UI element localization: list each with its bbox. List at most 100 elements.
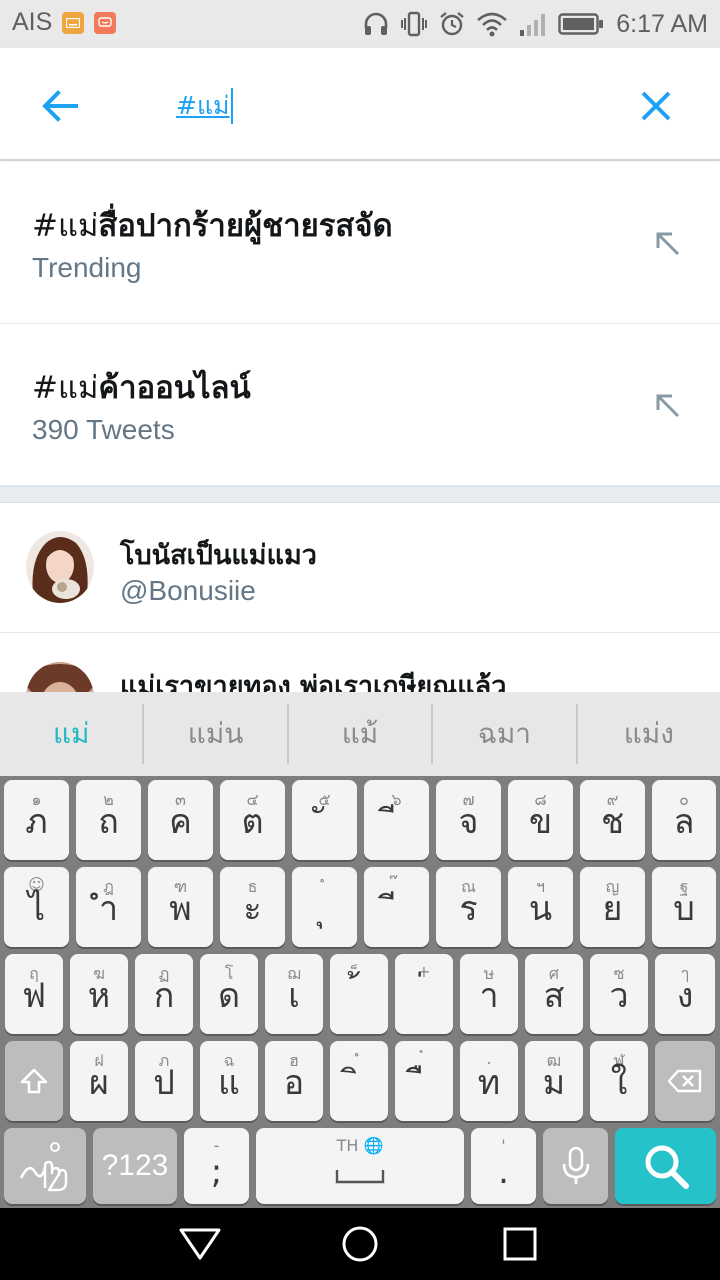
key-label: ด: [217, 976, 241, 1016]
handwriting-key[interactable]: [4, 1128, 86, 1204]
carrier-label: AIS: [12, 8, 53, 36]
alarm-icon: [438, 10, 466, 38]
candidate-word[interactable]: ฉมา: [433, 704, 578, 764]
key[interactable]: ๙ช: [580, 780, 645, 860]
key[interactable]: ๔ต: [220, 780, 285, 860]
key-label: ั: [292, 794, 357, 848]
suggestion-subtitle: 390 Tweets: [32, 414, 175, 445]
key[interactable]: ฮอ: [265, 1041, 323, 1121]
key-label: ถ: [98, 802, 119, 842]
suggestion-rest: สื่อปากร้ายผู้ชายรสจัด: [98, 208, 393, 244]
key[interactable]: ๋ื: [395, 1041, 453, 1121]
candidate-word[interactable]: แม่น: [144, 704, 289, 764]
search-suggestion[interactable]: #แม่ค้าออนไลน์ 390 Tweets: [0, 324, 720, 486]
suggestion-rest: ค้าออนไลน์: [98, 370, 251, 406]
key[interactable]: +่: [395, 954, 453, 1034]
suggestion-title: #แม่สื่อปากร้ายผู้ชายรสจัด: [32, 200, 393, 250]
nav-back-button[interactable]: [170, 1222, 230, 1266]
key[interactable]: ๒ถ: [76, 780, 141, 860]
user-display-name: โบนัสเป็นแม่แมว: [120, 540, 317, 571]
arrow-left-icon: [42, 90, 78, 122]
key[interactable]: ญย: [580, 867, 645, 947]
key-label: น: [528, 889, 553, 929]
key-label: .: [498, 1152, 509, 1192]
key-label: ท: [477, 1063, 501, 1103]
clock: 6:17 AM: [616, 9, 708, 38]
key[interactable]: ษา: [460, 954, 518, 1034]
key-label: ง: [676, 976, 694, 1016]
key[interactable]: ฒม: [525, 1041, 583, 1121]
key-label: ;: [210, 1152, 223, 1192]
key-label: ข: [528, 802, 553, 842]
key[interactable]: ฏก: [135, 954, 193, 1034]
key[interactable]: ฉแ: [200, 1041, 258, 1121]
search-input[interactable]: #แม่: [176, 84, 596, 128]
space-key[interactable]: TH 🌐: [256, 1128, 464, 1204]
clear-search-button[interactable]: [626, 78, 686, 134]
nav-home-button[interactable]: [330, 1222, 390, 1266]
key[interactable]: ฌเ: [265, 954, 323, 1034]
back-button[interactable]: [30, 78, 90, 134]
key[interactable]: ๓ค: [148, 780, 213, 860]
key[interactable]: ณร: [436, 867, 501, 947]
key[interactable]: ☺ ไ: [4, 867, 69, 947]
key[interactable]: ฑพ: [148, 867, 213, 947]
candidate-word[interactable]: แม่ง: [578, 704, 720, 764]
key[interactable]: ฝผ: [70, 1041, 128, 1121]
key[interactable]: ๗จ: [436, 780, 501, 860]
key[interactable]: ภป: [135, 1041, 193, 1121]
fill-query-arrow-icon[interactable]: [650, 388, 686, 424]
key[interactable]: ๕ั: [292, 780, 357, 860]
key[interactable]: ๅง: [655, 954, 715, 1034]
user-result-row[interactable]: โบนัสเป็นแม่แมว @Bonusiie: [0, 503, 720, 633]
candidate-bar: แม่ แม่น แม้ ฉมา แม่ง: [0, 692, 720, 776]
key[interactable]: ๘ข: [508, 780, 573, 860]
period-key[interactable]: '.: [471, 1128, 536, 1204]
avatar: [26, 531, 94, 603]
key-label: ่: [395, 968, 453, 1022]
key-label: ำ: [98, 889, 119, 929]
fill-query-arrow-icon[interactable]: [650, 226, 686, 262]
search-key[interactable]: [615, 1128, 716, 1204]
key-label: พ: [169, 889, 192, 929]
key[interactable]: ํุ: [292, 867, 357, 947]
candidate-word[interactable]: แม้: [289, 704, 434, 764]
symbols-key[interactable]: ?123: [93, 1128, 177, 1204]
key[interactable]: ฆห: [70, 954, 128, 1034]
shift-key[interactable]: [5, 1041, 63, 1121]
key-label: ฟ: [21, 976, 47, 1016]
backspace-key[interactable]: [655, 1041, 715, 1121]
key[interactable]: ฯน: [508, 867, 573, 947]
key[interactable]: ๊ี: [364, 867, 429, 947]
key[interactable]: ศส: [525, 954, 583, 1034]
key-label: ไ: [27, 889, 46, 929]
key[interactable]: ๑ภ: [4, 780, 69, 860]
key[interactable]: ็้: [330, 954, 388, 1034]
key[interactable]: ฎำ: [76, 867, 141, 947]
key[interactable]: ๐ล: [652, 780, 716, 860]
key[interactable]: .ท: [460, 1041, 518, 1121]
key[interactable]: ฤฟ: [5, 954, 63, 1034]
search-suggestion[interactable]: #แม่สื่อปากร้ายผู้ชายรสจัด Trending: [0, 162, 720, 324]
key[interactable]: ฐบ: [652, 867, 716, 947]
search-icon: [645, 1145, 689, 1189]
key-label: ี: [364, 794, 429, 848]
key-label: ร: [459, 889, 478, 929]
candidate-word[interactable]: แม่: [0, 704, 145, 764]
back-triangle-icon: [179, 1228, 221, 1260]
nav-recents-button[interactable]: [490, 1222, 550, 1266]
key[interactable]: ซว: [590, 954, 648, 1034]
search-query: #แม่: [176, 91, 230, 120]
status-right: 6:17 AM: [362, 6, 708, 42]
key[interactable]: โด: [200, 954, 258, 1034]
key-label: า: [479, 976, 499, 1016]
key[interactable]: ธะ: [220, 867, 285, 947]
suggestion-subtitle: Trending: [32, 252, 142, 283]
key[interactable]: ํิ: [330, 1041, 388, 1121]
key[interactable]: ๖ี: [364, 780, 429, 860]
key[interactable]: ฬใ: [590, 1041, 648, 1121]
section-divider: [0, 486, 720, 503]
suggestion-prefix: #แม่: [32, 208, 99, 244]
punctuation-key[interactable]: -;: [184, 1128, 249, 1204]
voice-input-key[interactable]: [543, 1128, 608, 1204]
